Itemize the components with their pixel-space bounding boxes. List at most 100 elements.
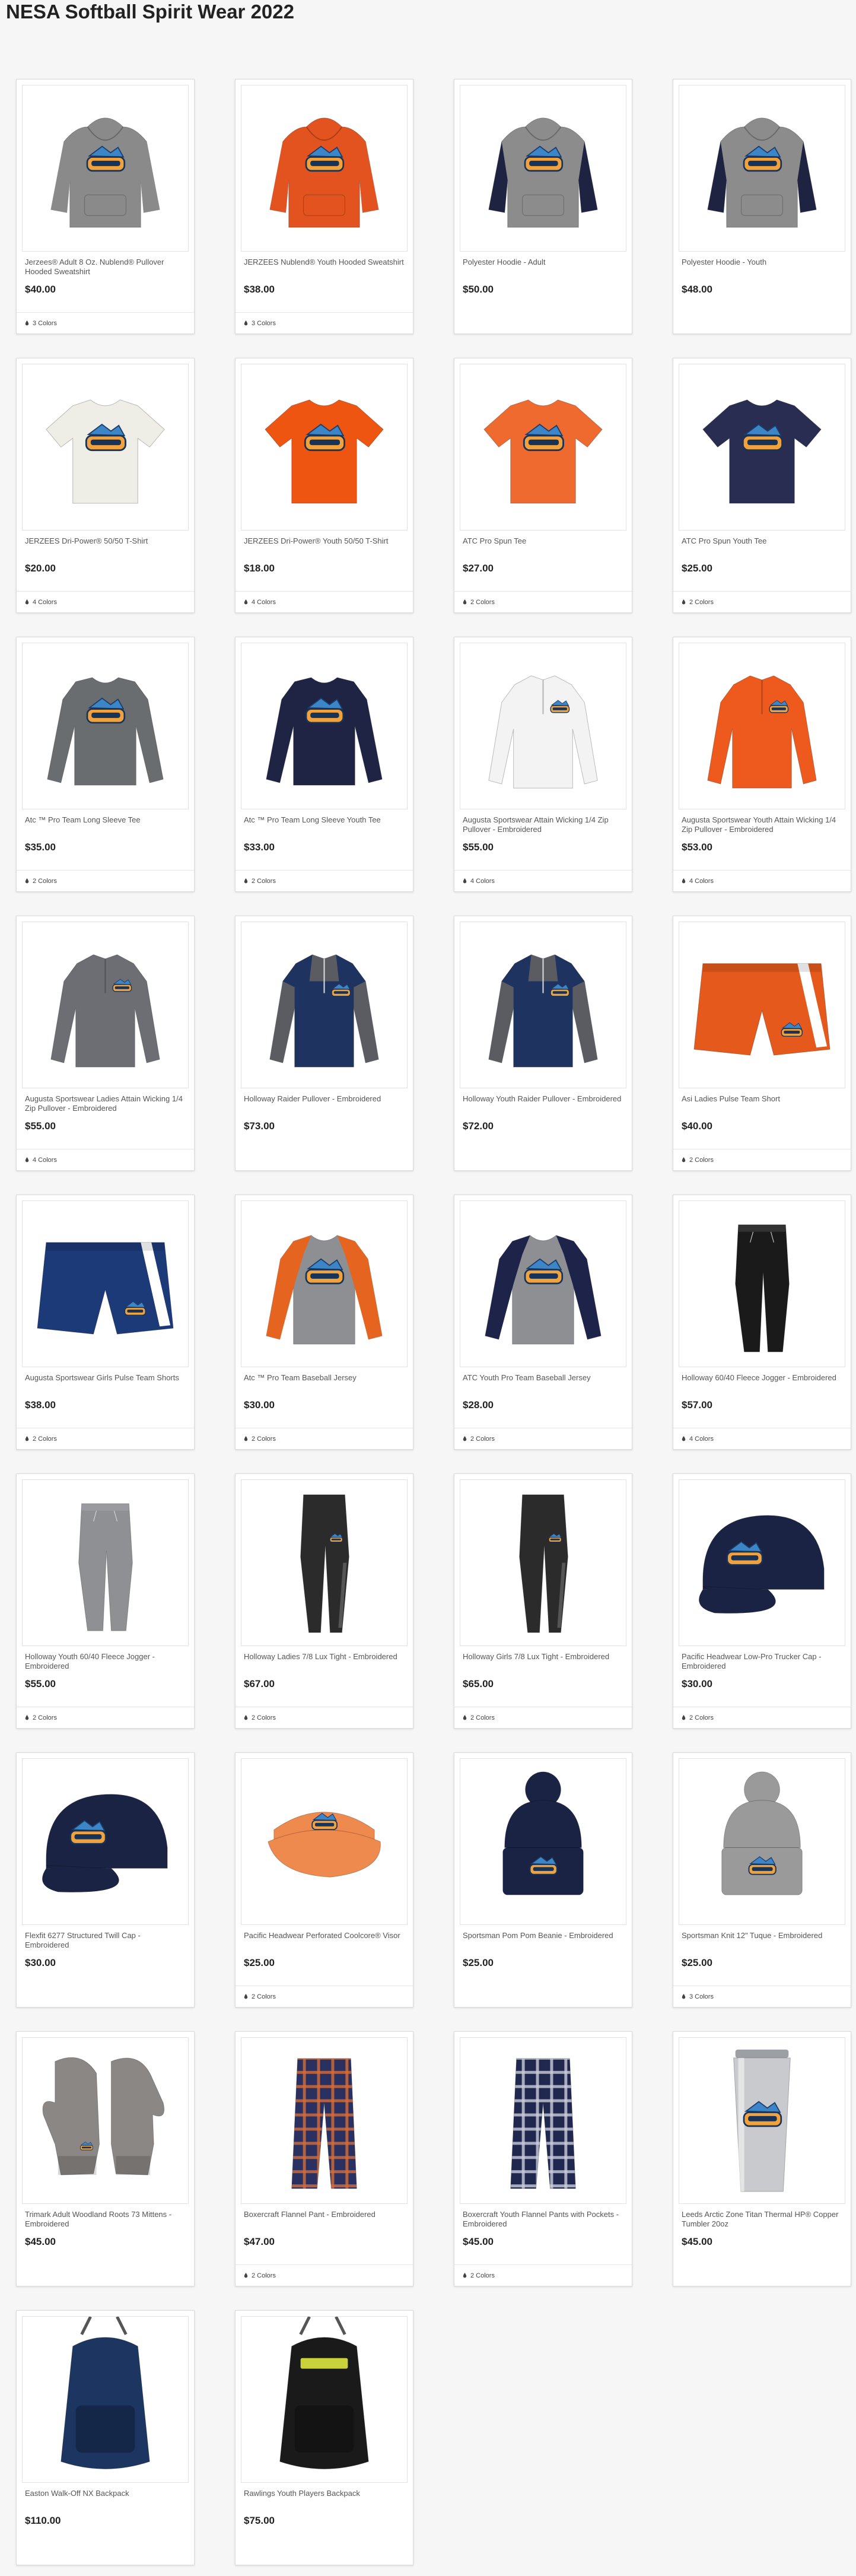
- product-name[interactable]: JERZEES Dri-Power® Youth 50/50 T-Shirt: [244, 536, 405, 546]
- product-name[interactable]: Boxercraft Youth Flannel Pants with Pock…: [463, 2210, 624, 2229]
- product-name[interactable]: Holloway Raider Pullover - Embroidered: [244, 1094, 405, 1104]
- product-name[interactable]: Polyester Hoodie - Adult: [463, 258, 624, 267]
- product-card[interactable]: Boxercraft Flannel Pant - Embroidered $47…: [235, 2031, 413, 2286]
- product-name[interactable]: Sportsman Knit 12" Tuque - Embroidered: [682, 1931, 843, 1940]
- product-name[interactable]: Boxercraft Flannel Pant - Embroidered: [244, 2210, 405, 2219]
- product-card[interactable]: Atc ™ Pro Team Long Sleeve Tee $35.00 2 Co…: [16, 637, 195, 892]
- product-name[interactable]: Holloway Girls 7/8 Lux Tight - Embroider…: [463, 1652, 624, 1662]
- product-name[interactable]: Jerzees® Adult 8 Oz. Nublend® Pullover H…: [25, 258, 186, 277]
- product-card[interactable]: Holloway Youth Raider Pullover - Embroid…: [454, 916, 632, 1171]
- product-image[interactable]: [241, 85, 408, 252]
- color-options[interactable]: 2 Colors: [236, 870, 413, 891]
- product-image[interactable]: [460, 2037, 626, 2204]
- product-card[interactable]: Augusta Sportswear Attain Wicking 1/4 Zi…: [454, 637, 632, 892]
- color-options[interactable]: 2 Colors: [454, 1707, 632, 1728]
- color-options[interactable]: 4 Colors: [673, 1428, 851, 1449]
- product-image[interactable]: [460, 364, 626, 531]
- product-card[interactable]: Leeds Arctic Zone Titan Thermal HP® Copp…: [673, 2031, 851, 2286]
- product-name[interactable]: Atc ™ Pro Team Long Sleeve Tee: [25, 815, 186, 825]
- product-image[interactable]: [241, 1200, 408, 1367]
- product-name[interactable]: Holloway Ladies 7/8 Lux Tight - Embroide…: [244, 1652, 405, 1662]
- product-image[interactable]: [679, 1758, 845, 1925]
- product-image[interactable]: [22, 922, 189, 1088]
- product-image[interactable]: [679, 2037, 845, 2204]
- product-name[interactable]: Pacific Headwear Perforated Coolcore® Vi…: [244, 1931, 405, 1940]
- product-name[interactable]: JERZEES Nublend® Youth Hooded Sweatshirt: [244, 258, 405, 267]
- product-card[interactable]: Holloway 60/40 Fleece Jogger - Embroider…: [673, 1195, 851, 1450]
- product-card[interactable]: Polyester Hoodie - Adult $50.00: [454, 79, 632, 334]
- product-card[interactable]: Augusta Sportswear Girls Pulse Team Shor…: [16, 1195, 195, 1450]
- product-card[interactable]: Augusta Sportswear Ladies Attain Wicking…: [16, 916, 195, 1171]
- product-name[interactable]: Easton Walk-Off NX Backpack: [25, 2489, 186, 2498]
- color-options[interactable]: 4 Colors: [454, 870, 632, 891]
- product-name[interactable]: ATC Pro Spun Youth Tee: [682, 536, 843, 546]
- product-name[interactable]: Polyester Hoodie - Youth: [682, 258, 843, 267]
- color-options[interactable]: 4 Colors: [236, 591, 413, 612]
- product-card[interactable]: Easton Walk-Off NX Backpack $110.00: [16, 2310, 195, 2565]
- color-options[interactable]: 2 Colors: [17, 1428, 194, 1449]
- product-card[interactable]: JERZEES Dri-Power® 50/50 T-Shirt $20.00 4 …: [16, 358, 195, 613]
- product-name[interactable]: Leeds Arctic Zone Titan Thermal HP® Copp…: [682, 2210, 843, 2229]
- product-card[interactable]: Rawlings Youth Players Backpack $75.00: [235, 2310, 413, 2565]
- product-image[interactable]: [241, 643, 408, 809]
- product-image[interactable]: [22, 1758, 189, 1925]
- product-image[interactable]: [241, 2316, 408, 2483]
- color-options[interactable]: 2 Colors: [17, 870, 194, 891]
- product-card[interactable]: ATC Pro Spun Youth Tee $25.00 2 Colors: [673, 358, 851, 613]
- product-name[interactable]: ATC Pro Spun Tee: [463, 536, 624, 546]
- color-options[interactable]: 4 Colors: [17, 1149, 194, 1170]
- color-options[interactable]: 2 Colors: [236, 2264, 413, 2286]
- product-name[interactable]: Holloway Youth 60/40 Fleece Jogger - Emb…: [25, 1652, 186, 1671]
- product-card[interactable]: Sportsman Pom Pom Beanie - Embroidered $2…: [454, 1752, 632, 2008]
- product-image[interactable]: [460, 1758, 626, 1925]
- product-card[interactable]: Atc ™ Pro Team Long Sleeve Youth Tee $33.…: [235, 637, 413, 892]
- product-card[interactable]: Atc ™ Pro Team Baseball Jersey $30.00 2 Co…: [235, 1195, 413, 1450]
- product-card[interactable]: Holloway Raider Pullover - Embroidered $7…: [235, 916, 413, 1171]
- product-card[interactable]: Boxercraft Youth Flannel Pants with Pock…: [454, 2031, 632, 2286]
- color-options[interactable]: 2 Colors: [454, 591, 632, 612]
- color-options[interactable]: 2 Colors: [454, 1428, 632, 1449]
- product-card[interactable]: Jerzees® Adult 8 Oz. Nublend® Pullover H…: [16, 79, 195, 334]
- color-options[interactable]: 2 Colors: [454, 2264, 632, 2286]
- color-options[interactable]: 4 Colors: [17, 591, 194, 612]
- product-image[interactable]: [241, 922, 408, 1088]
- color-options[interactable]: 2 Colors: [236, 1707, 413, 1728]
- product-card[interactable]: Pacific Headwear Low-Pro Trucker Cap - E…: [673, 1473, 851, 1729]
- product-image[interactable]: [22, 643, 189, 809]
- color-options[interactable]: 2 Colors: [236, 1428, 413, 1449]
- product-card[interactable]: Holloway Ladies 7/8 Lux Tight - Embroide…: [235, 1473, 413, 1729]
- product-image[interactable]: [460, 922, 626, 1088]
- product-image[interactable]: [679, 643, 845, 809]
- product-image[interactable]: [22, 85, 189, 252]
- product-name[interactable]: Rawlings Youth Players Backpack: [244, 2489, 405, 2498]
- product-image[interactable]: [241, 364, 408, 531]
- product-name[interactable]: JERZEES Dri-Power® 50/50 T-Shirt: [25, 536, 186, 546]
- product-card[interactable]: JERZEES Dri-Power® Youth 50/50 T-Shirt $1…: [235, 358, 413, 613]
- product-name[interactable]: Asi Ladies Pulse Team Short: [682, 1094, 843, 1104]
- product-name[interactable]: Flexfit 6277 Structured Twill Cap - Embr…: [25, 1931, 186, 1950]
- product-image[interactable]: [679, 1200, 845, 1367]
- product-image[interactable]: [460, 643, 626, 809]
- product-image[interactable]: [460, 1479, 626, 1646]
- product-card[interactable]: ATC Pro Spun Tee $27.00 2 Colors: [454, 358, 632, 613]
- product-card[interactable]: Sportsman Knit 12" Tuque - Embroidered $2…: [673, 1752, 851, 2008]
- color-options[interactable]: 3 Colors: [236, 312, 413, 333]
- product-image[interactable]: [679, 922, 845, 1088]
- product-card[interactable]: Polyester Hoodie - Youth $48.00: [673, 79, 851, 334]
- product-image[interactable]: [22, 364, 189, 531]
- product-image[interactable]: [22, 2037, 189, 2204]
- product-image[interactable]: [241, 2037, 408, 2204]
- product-image[interactable]: [460, 85, 626, 252]
- color-options[interactable]: 2 Colors: [236, 1986, 413, 2007]
- product-name[interactable]: Holloway Youth Raider Pullover - Embroid…: [463, 1094, 624, 1104]
- product-image[interactable]: [460, 1200, 626, 1367]
- product-card[interactable]: Holloway Youth 60/40 Fleece Jogger - Emb…: [16, 1473, 195, 1729]
- product-image[interactable]: [22, 1479, 189, 1646]
- product-image[interactable]: [679, 364, 845, 531]
- product-name[interactable]: Trimark Adult Woodland Roots 73 Mittens …: [25, 2210, 186, 2229]
- product-card[interactable]: Asi Ladies Pulse Team Short $40.00 2 Color…: [673, 916, 851, 1171]
- product-name[interactable]: Atc ™ Pro Team Long Sleeve Youth Tee: [244, 815, 405, 825]
- product-card[interactable]: Trimark Adult Woodland Roots 73 Mittens …: [16, 2031, 195, 2286]
- product-card[interactable]: Flexfit 6277 Structured Twill Cap - Embr…: [16, 1752, 195, 2008]
- product-card[interactable]: Holloway Girls 7/8 Lux Tight - Embroider…: [454, 1473, 632, 1729]
